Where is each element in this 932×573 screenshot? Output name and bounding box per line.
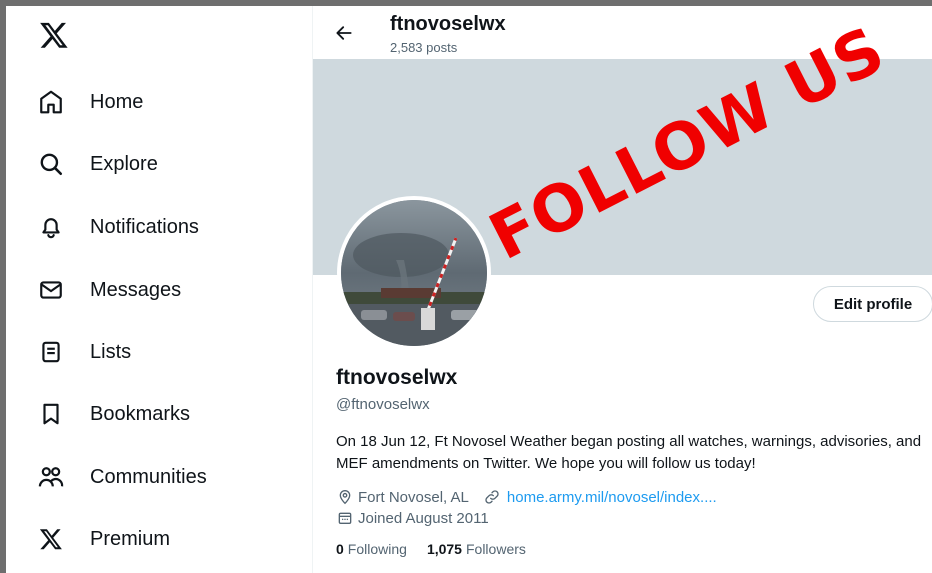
sidebar: Home Explore Notifications Messages List bbox=[6, 6, 312, 573]
following-label: Following bbox=[347, 541, 407, 557]
sidebar-item-label: Communities bbox=[90, 465, 207, 488]
sidebar-item-communities[interactable]: Communities bbox=[36, 457, 207, 497]
list-icon bbox=[36, 337, 66, 367]
avatar[interactable] bbox=[337, 196, 491, 350]
arrow-left-icon bbox=[336, 26, 352, 40]
sidebar-item-lists[interactable]: Lists bbox=[36, 332, 131, 372]
profile-bio: On 18 Jun 12, Ft Novosel Weather began p… bbox=[336, 433, 922, 472]
sidebar-item-explore[interactable]: Explore bbox=[36, 144, 158, 184]
back-button[interactable] bbox=[331, 20, 357, 46]
sidebar-item-label: Explore bbox=[90, 152, 158, 175]
profile-joined: Joined August 2011 bbox=[336, 508, 489, 528]
header-title: ftnovoselwx bbox=[390, 13, 506, 35]
sidebar-item-label: Premium bbox=[90, 527, 171, 550]
sidebar-item-premium[interactable]: Premium bbox=[36, 519, 170, 559]
followers-label: Followers bbox=[465, 541, 526, 557]
followers-link[interactable]: 1,075 Followers bbox=[427, 541, 526, 557]
header-post-count: 2,583 posts bbox=[390, 40, 458, 55]
sidebar-item-home[interactable]: Home bbox=[36, 82, 143, 122]
sidebar-item-notifications[interactable]: Notifications bbox=[36, 207, 199, 247]
edit-profile-button[interactable]: Edit profile bbox=[813, 286, 932, 322]
people-icon bbox=[36, 462, 66, 492]
x-logo-icon bbox=[36, 524, 66, 554]
link-icon bbox=[483, 488, 501, 506]
profile-handle: @ftnovoselwx bbox=[336, 396, 430, 413]
sidebar-item-label: Lists bbox=[90, 340, 132, 363]
profile-display-name: ftnovoselwx bbox=[336, 366, 458, 389]
envelope-icon bbox=[36, 275, 66, 305]
profile-joined-date: Joined August 2011 bbox=[358, 509, 489, 527]
sidebar-item-label: Home bbox=[90, 90, 144, 113]
following-count: 0 bbox=[336, 541, 344, 557]
sidebar-item-label: Bookmarks bbox=[90, 402, 191, 425]
bell-icon bbox=[36, 212, 66, 242]
followers-count: 1,075 bbox=[426, 541, 462, 557]
sidebar-item-label: Messages bbox=[90, 278, 182, 301]
profile-location: Fort Novosel, AL bbox=[358, 488, 469, 506]
x-logo-icon[interactable] bbox=[39, 20, 69, 50]
app-window: Home Explore Notifications Messages List bbox=[6, 6, 932, 573]
bookmark-icon bbox=[36, 399, 66, 429]
calendar-icon bbox=[336, 509, 354, 527]
sidebar-item-bookmarks[interactable]: Bookmarks bbox=[36, 394, 190, 434]
sidebar-item-messages[interactable]: Messages bbox=[36, 270, 181, 310]
search-icon bbox=[36, 149, 66, 179]
follow-stats: 0 Following 1,075 Followers bbox=[336, 541, 526, 557]
home-icon bbox=[36, 87, 66, 117]
sidebar-item-label: Notifications bbox=[90, 215, 199, 238]
profile-meta: Fort Novosel, AL home.army.mil/novosel/i… bbox=[336, 487, 717, 507]
profile-website-link[interactable]: home.army.mil/novosel/index.... bbox=[507, 489, 717, 506]
location-pin-icon bbox=[336, 488, 354, 506]
following-link[interactable]: 0 Following bbox=[336, 541, 407, 557]
